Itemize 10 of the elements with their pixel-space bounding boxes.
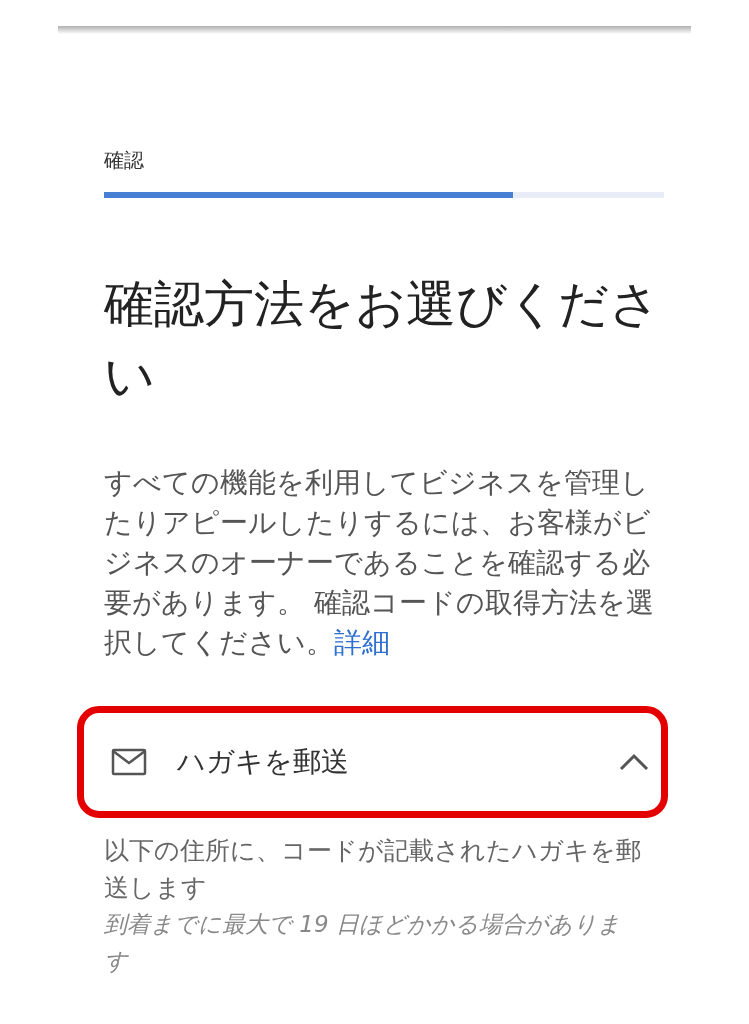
option-header[interactable]: ハガキを郵送: [77, 706, 668, 818]
option-label: ハガキを郵送: [177, 744, 350, 780]
option-description: 以下の住所に、コードが記載されたハガキを郵送します: [104, 835, 642, 904]
details-link[interactable]: 詳細: [334, 626, 390, 658]
mail-icon: [111, 748, 147, 776]
step-label: 確認: [104, 147, 145, 174]
page-heading: 確認方法をお選びください: [104, 274, 661, 407]
intro-paragraph: すべての機能を利用してビジネスを管理したりアピールしたりするには、お客様がビジネスのオーナーであることを確認する必要があります。 確認コードの取得方法を選択してください。詳細: [104, 465, 655, 660]
chevron-up-icon: [619, 753, 649, 771]
option-note: 到着までに最大で 19 日ほどかかる場合があります: [104, 910, 622, 976]
